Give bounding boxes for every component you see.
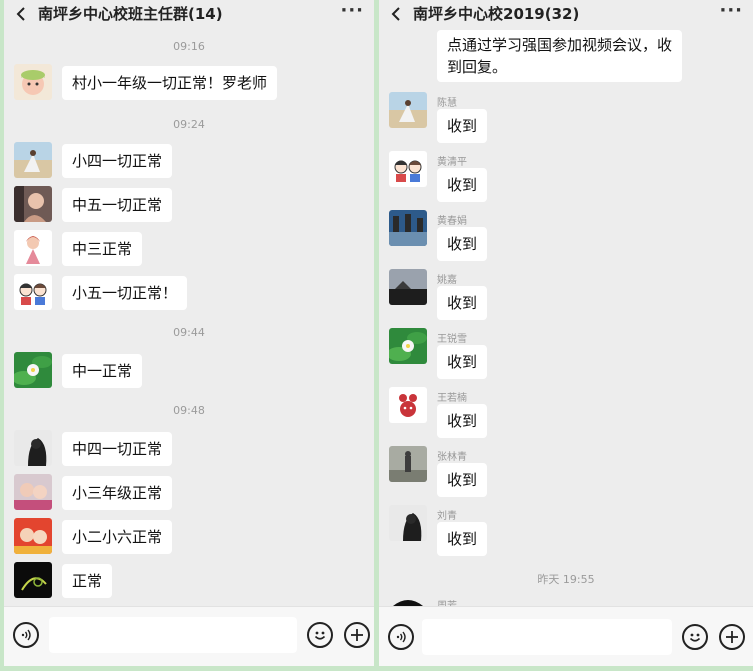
plus-icon[interactable]	[344, 622, 370, 648]
sender-avatar[interactable]	[389, 151, 427, 187]
message-bubble[interactable]: 收到	[437, 109, 488, 143]
message-bubble[interactable]: 小三年级正常	[62, 476, 173, 510]
beach-avatar[interactable]	[14, 142, 52, 178]
message-bubble[interactable]: 收到	[437, 463, 488, 497]
portrait-avatar[interactable]	[14, 186, 52, 222]
message-bubble[interactable]: 收到	[437, 286, 488, 320]
message-bubble[interactable]: 收到	[437, 404, 488, 438]
couple-avatar[interactable]	[14, 274, 52, 310]
lotus-avatar[interactable]	[14, 352, 52, 388]
back-arrow-icon[interactable]	[389, 6, 403, 22]
timestamp: 09:44	[173, 326, 205, 339]
message-bubble[interactable]: 正常	[62, 564, 113, 598]
timestamp: 昨天 19:55	[537, 573, 595, 586]
sender-avatar[interactable]	[389, 387, 427, 423]
message-bubble[interactable]: 小二小六正常	[62, 520, 173, 554]
sender-name: 黄清平	[437, 157, 467, 168]
input-bar	[379, 606, 753, 666]
message-bubble[interactable]: 收到	[437, 345, 488, 379]
message-input[interactable]	[49, 617, 297, 653]
back-arrow-icon[interactable]	[14, 6, 28, 22]
sender-avatar[interactable]	[389, 269, 427, 305]
left-chat-window: 南坪乡中心校班主任群(14) ··· 09:16 村小一年级一切正常！罗老师 0…	[4, 0, 374, 666]
message-bubble[interactable]: 村小一年级一切正常！罗老师	[62, 66, 278, 100]
chat-header: 南坪乡中心校班主任群(14) ···	[4, 0, 374, 30]
more-options-button[interactable]: ···	[340, 0, 364, 21]
timestamp: 09:16	[173, 40, 205, 53]
cartoon-avatar[interactable]	[14, 64, 52, 100]
message-bubble[interactable]: 中四一切正常	[62, 432, 173, 466]
night-avatar[interactable]	[14, 562, 52, 598]
message-bubble[interactable]: 收到	[437, 168, 488, 202]
input-bar	[4, 606, 374, 666]
sender-avatar[interactable]	[389, 92, 427, 128]
voice-icon[interactable]	[13, 622, 39, 648]
timestamp: 09:48	[173, 404, 205, 417]
message-bubble[interactable]: 收到	[437, 227, 488, 261]
chat-title: 南坪乡中心校班主任群(14)	[38, 5, 223, 23]
message-bubble[interactable]: 中一正常	[62, 354, 143, 388]
sender-name: 张林青	[437, 452, 467, 463]
sender-avatar[interactable]	[389, 210, 427, 246]
message-line: 点通过学习强国参加视频会议，收	[447, 36, 673, 54]
message-input[interactable]	[422, 619, 672, 655]
sender-avatar[interactable]	[389, 596, 427, 606]
more-options-button[interactable]: ···	[719, 0, 743, 21]
message-bubble[interactable]: 中三正常	[62, 232, 143, 266]
message-bubble[interactable]: 点通过学习强国参加视频会议，收 到回复。	[437, 30, 683, 82]
timestamp: 09:24	[173, 118, 205, 131]
sender-name: 陈慧	[437, 98, 457, 109]
message-bubble[interactable]: 收到	[437, 522, 488, 556]
sender-name: 王锐雪	[437, 334, 467, 345]
red-avatar[interactable]	[14, 518, 52, 554]
sender-avatar[interactable]	[389, 328, 427, 364]
pink-avatar[interactable]	[14, 474, 52, 510]
message-bubble[interactable]: 小四一切正常	[62, 144, 173, 178]
voice-icon[interactable]	[388, 624, 414, 650]
chat-title: 南坪乡中心校2019(32)	[413, 5, 580, 23]
message-bubble[interactable]: 小五一切正常！	[62, 276, 188, 310]
chat-header: 南坪乡中心校2019(32) ···	[379, 0, 753, 30]
sender-avatar[interactable]	[389, 446, 427, 482]
plus-icon[interactable]	[719, 624, 745, 650]
emoji-icon[interactable]	[682, 624, 708, 650]
dark-avatar[interactable]	[14, 430, 52, 466]
sender-name: 黄春娟	[437, 216, 467, 227]
sender-name: 刘青	[437, 511, 457, 522]
right-chat-window: 南坪乡中心校2019(32) ··· 点通过学习强国参加视频会议，收 到回复。 …	[379, 0, 753, 666]
sender-name: 姚嘉	[437, 275, 457, 286]
girl-avatar[interactable]	[14, 230, 52, 266]
emoji-icon[interactable]	[307, 622, 333, 648]
message-bubble[interactable]: 中五一切正常	[62, 188, 173, 222]
sender-avatar[interactable]	[389, 505, 427, 541]
sender-name: 王若楠	[437, 393, 467, 404]
message-line: 到回复。	[447, 58, 508, 76]
